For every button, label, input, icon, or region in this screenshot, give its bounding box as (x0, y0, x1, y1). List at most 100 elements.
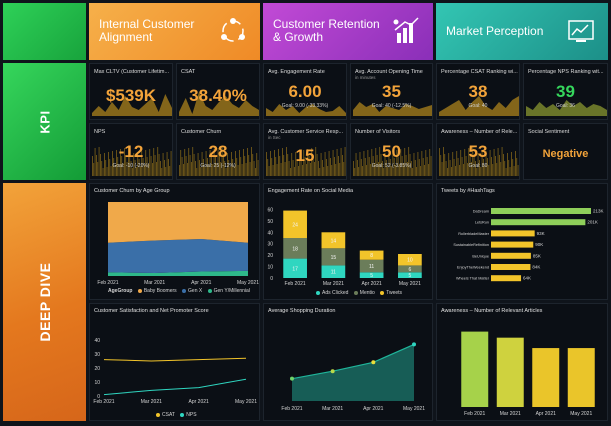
legend-swatch (156, 412, 160, 417)
kpi-goal: Goal: 40 (468, 103, 488, 109)
category-label: EnjoyTheWeekend (457, 266, 489, 270)
legend-swatch (180, 412, 185, 417)
y-tick-label: 40 (94, 338, 100, 344)
legend-item: Gen X (188, 288, 203, 294)
tweets-bar (491, 230, 535, 237)
kpi-card[interactable]: Percentage NPS Ranking wit... 39 Goal: 36 (523, 63, 608, 120)
bar-value-label: 24 (292, 222, 298, 228)
panel-awareness-articles[interactable]: Awareness – Number of Relevant Articles … (436, 303, 608, 421)
banner-market-perception[interactable]: Market Perception (436, 3, 608, 60)
kpi-spark-bar (476, 168, 478, 176)
x-tick-label: May 2021 (570, 411, 592, 417)
legend-swatch (207, 288, 212, 293)
banner-label: Internal Customer Alignment (99, 17, 195, 44)
legend-swatch (316, 290, 320, 295)
csat-nps-line-chart: 010203040Feb 2021 Mar 2021 Apr 2021 May 202… (93, 338, 257, 405)
kpi-card[interactable]: Avg. Customer Service Resp... in Sec 15 (263, 123, 347, 180)
shopping-area-chart: Feb 2021 Mar 2021 Apr 2021 May 2021 (281, 342, 425, 412)
kpi-spark-bar (225, 168, 227, 176)
banner-label: Market Perception (446, 24, 544, 38)
kpi-value: 38 (468, 82, 488, 101)
panel-csat-nps[interactable]: Customer Satisfaction and Net Promoter S… (89, 303, 260, 421)
x-tick-label: Feb 2021 (285, 281, 306, 287)
kpi-spark-bar (412, 168, 414, 176)
bar-value-label: 8 (370, 253, 373, 259)
kpi-goal: Goal: 80 (468, 163, 488, 169)
kpi-spark-bar (302, 165, 303, 176)
bar-value-label: 90K (535, 242, 543, 247)
section-label-deep-dive: DEEP DIVE (36, 262, 53, 342)
kpi-card[interactable]: Social Sentiment Negative (523, 123, 608, 180)
legend-item: Baby Boomers (143, 288, 177, 294)
kpi-card[interactable]: Customer Churn 28 Goal: 25 (-12%) (176, 123, 260, 180)
awareness-bar (567, 348, 595, 407)
legend-swatch (353, 290, 358, 295)
tweets-bar-chart: DaDream 213K LetsRun 201K RollerbladeMaster 9… (453, 208, 604, 282)
kpi-title: Customer Churn (181, 129, 222, 135)
kpi-spark-bar (196, 168, 198, 176)
kpi-spark-bar (132, 168, 133, 176)
y-tick-label: 40 (267, 230, 273, 236)
panel-churn-by-age[interactable]: Customer Churn by Age Group Feb 2021 Mar … (89, 183, 260, 300)
tweets-bar (491, 275, 522, 282)
panel-engagement-social[interactable]: Engagement Rate on Social Media 0 10 20 30 4… (263, 183, 433, 300)
kpi-card[interactable]: NPS -12 Goal: -10 (-20%) (89, 123, 173, 180)
bar-value-label: 213K (593, 209, 604, 214)
bar-value-label: 5 (408, 273, 411, 279)
engagement-bar-chart: 0 10 20 30 40 50 60 17 18 24 Feb 2021 11 15 14 Mar 202… (267, 207, 422, 287)
banner-label: Customer Retention & Growth (273, 17, 380, 44)
panel-tweets-hashtags[interactable]: Tweets by #HashTags DaDream 213K LetsRun 20… (436, 183, 608, 300)
legend-swatch (182, 288, 187, 293)
x-tick-label: Feb 2021 (97, 280, 118, 286)
engagement-legend: Ads Clicked Mentio Tweets (312, 290, 402, 296)
section-strip-deep-dive: DEEP DIVE (3, 183, 86, 421)
kpi-card[interactable]: Percentage CSAT Ranking wi... 38 Goal: 40 (436, 63, 520, 120)
kpi-value: 6.00 (288, 82, 322, 101)
y-tick-label: 10 (94, 380, 100, 386)
x-tick-label: Apr 2021 (191, 280, 212, 286)
y-tick-label: 60 (267, 207, 273, 213)
x-tick-label: Mar 2021 (323, 281, 344, 287)
x-tick-label: Feb 2021 (93, 399, 114, 405)
x-tick-label: Feb 2021 (464, 411, 485, 417)
legend-item: Mentio (359, 290, 375, 296)
y-tick-label: 0 (270, 276, 273, 282)
kpi-card[interactable]: Awareness – Number of Rele... 53 Goal: 80 (436, 123, 520, 180)
banner-customer-retention-growth[interactable]: Customer Retention & Growth (263, 3, 433, 60)
bar-value-label: 84K (532, 265, 540, 270)
kpi-value: 38.40% (189, 86, 247, 105)
kpi-goal: Goal: -10 (-20%) (112, 163, 150, 169)
kpi-spark-bar (327, 166, 329, 176)
section-strip-kpi: KPI (3, 63, 86, 180)
category-label: LetsRun (475, 221, 489, 225)
kpi-title: Avg. Engagement Rate (268, 69, 325, 75)
kpi-card[interactable]: Max CLTV (Customer Lifetim... $539K (89, 63, 173, 120)
churn-area-chart: Feb 2021 Mar 2021 Apr 2021 May 2021 (97, 202, 259, 286)
kpi-goal: Goal: 52 (-3.85%) (371, 163, 412, 169)
tweets-bar (491, 219, 586, 226)
awareness-bar (461, 331, 489, 407)
tweets-bar (491, 241, 534, 248)
bar-value-label: 64K (523, 276, 531, 281)
tweets-bar (491, 252, 531, 259)
kpi-card[interactable]: CSAT 38.40% (176, 63, 260, 120)
bar-value-label: 11 (331, 270, 336, 276)
series-line (103, 378, 247, 396)
kpi-card[interactable]: Avg. Engagement Rate 6.00 Goal: 9.00 (-33.… (263, 63, 347, 120)
x-tick-label: Feb 2021 (281, 406, 302, 412)
y-tick-label: 20 (94, 366, 100, 372)
kpi-goal: Goal: 9.00 (-33.33%) (281, 103, 329, 109)
legend-item: CSAT (162, 412, 175, 418)
bar-value-label: 85K (533, 253, 541, 258)
bar-value-label: 93K (537, 231, 545, 236)
banner-internal-customer-alignment[interactable]: Internal Customer Alignment (89, 3, 260, 60)
kpi-card[interactable]: Number of Visitors 50 Goal: 52 (-3.85%) (350, 123, 433, 180)
kpi-title: Number of Visitors (355, 129, 401, 135)
bar-value-label: 15 (331, 255, 337, 261)
panel-shopping-duration[interactable]: Average Shopping Duration Feb 2021 Mar 20… (263, 303, 433, 421)
kpi-value: 28 (208, 142, 228, 161)
kpi-card[interactable]: Avg. Account Opening Time in minutes 35 Goa… (350, 63, 433, 120)
kpi-spark-bar (354, 168, 356, 176)
legend-title: AgeGroup (108, 288, 133, 294)
category-label: SustainableRefinition (453, 243, 489, 247)
